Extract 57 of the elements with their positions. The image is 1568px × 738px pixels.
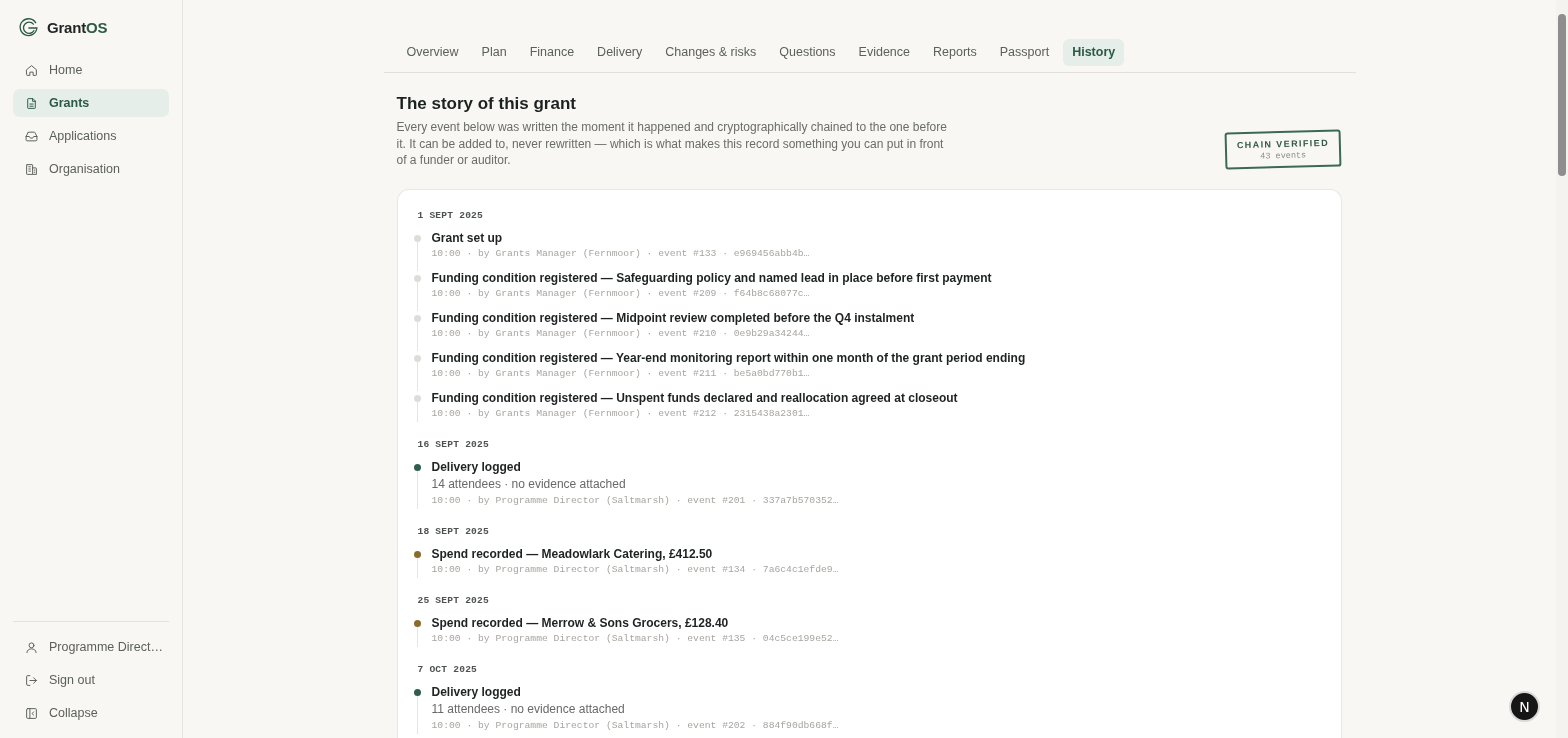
event-detail: 14 attendees · no evidence attached — [431, 475, 627, 493]
sidebar-panel-icon — [25, 706, 38, 720]
tab[interactable]: Delivery — [588, 39, 652, 66]
nav-item[interactable]: Applications — [13, 122, 169, 150]
nav-item[interactable]: Grants — [13, 89, 169, 117]
inbox-icon — [25, 129, 38, 143]
building-icon — [25, 162, 38, 176]
nav-item[interactable]: Organisation — [13, 155, 169, 183]
event-title: Spend recorded — Merrow & Sons Grocers, £128.40 — [431, 615, 730, 631]
dev-tools-button[interactable]: N — [1509, 691, 1540, 722]
stamp-count: 43 events — [1260, 149, 1307, 162]
event-meta: 10:00 · by Programme Director (Saltmarsh) · event #134 · 7a6c4c1efde9… — [431, 562, 839, 577]
brand-name: GrantOS — [47, 18, 108, 36]
stamp-title: CHAIN VERIFIED — [1237, 137, 1330, 150]
event-detail: 11 attendees · no evidence attached — [431, 700, 626, 718]
document-icon — [25, 96, 38, 110]
event-title: Funding condition registered — Midpoint review completed before the Q4 instalment — [431, 310, 915, 326]
tab[interactable]: Evidence — [849, 39, 919, 66]
date-label: 1 SEPT 2025 — [417, 208, 485, 223]
event-meta: 10:00 · by Grants Manager (Fernmoor) · event #210 · 0e9b29a34244… — [431, 326, 811, 341]
event-meta: 10:00 · by Grants Manager (Fernmoor) · event #211 · be5a0bd770b1… — [431, 366, 811, 381]
date-label: 16 SEPT 2025 — [417, 437, 490, 452]
tab[interactable]: Finance — [520, 39, 584, 66]
collapse-button[interactable]: Collapse — [13, 699, 169, 727]
tab[interactable]: Passport — [990, 39, 1059, 66]
event-title: Grant set up — [431, 230, 504, 246]
tab[interactable]: Plan — [472, 39, 516, 66]
date-label: 18 SEPT 2025 — [417, 524, 490, 539]
scrollbar-thumb[interactable] — [1558, 14, 1566, 176]
sign-out-link[interactable]: Sign out — [13, 666, 169, 694]
event-title: Funding condition registered — Safeguarding policy and named lead in place before first payment — [431, 270, 992, 286]
account-link[interactable]: Programme Direct… — [13, 633, 169, 661]
sign-out-icon — [25, 673, 38, 687]
date-label: 7 OCT 2025 — [417, 662, 479, 677]
event-meta: 10:00 · by Programme Director (Saltmarsh) · event #135 · 04c5ce199e52… — [431, 631, 839, 646]
event-title: Funding condition registered — Unspent funds declared and reallocation agreed at closeout — [431, 390, 958, 406]
event-title: Delivery logged — [431, 459, 522, 475]
event-meta: 10:00 · by Grants Manager (Fernmoor) · event #133 · e969456abb4b… — [431, 246, 810, 261]
page-title: The story of this grant — [396, 94, 577, 114]
tab[interactable]: Changes & risks — [656, 39, 766, 66]
home-icon — [25, 63, 38, 77]
tab[interactable]: Questions — [770, 39, 845, 66]
event-title: Spend recorded — Meadowlark Catering, £412.50 — [431, 546, 714, 562]
event-meta: 10:00 · by Grants Manager (Fernmoor) · event #209 · f64b8c68077c… — [431, 286, 811, 301]
tab[interactable]: Overview — [397, 39, 468, 66]
event-title: Delivery logged — [431, 684, 522, 700]
user-icon — [25, 640, 38, 654]
logo-icon — [18, 16, 39, 38]
tab[interactable]: History — [1063, 39, 1125, 66]
event-meta: 10:00 · by Programme Director (Saltmarsh) · event #201 · 337a7b570352… — [431, 493, 839, 508]
page-description: Every event below was written the moment it happened and cryptographically chained to the one before it. It can be added to, never rewritten — which is what makes this record something you can put in front of a funder or auditor. — [396, 119, 948, 169]
nav-item[interactable]: Home — [13, 56, 169, 84]
date-label: 25 SEPT 2025 — [417, 593, 490, 608]
event-title: Funding condition registered — Year-end monitoring report within one month of the grant period ending — [431, 350, 1026, 366]
event-meta: 10:00 · by Grants Manager (Fernmoor) · event #212 · 2315438a2301… — [431, 406, 811, 421]
tab[interactable]: Reports — [924, 39, 986, 66]
event-meta: 10:00 · by Programme Director (Saltmarsh) · event #202 · 884f90db668f… — [431, 718, 839, 733]
